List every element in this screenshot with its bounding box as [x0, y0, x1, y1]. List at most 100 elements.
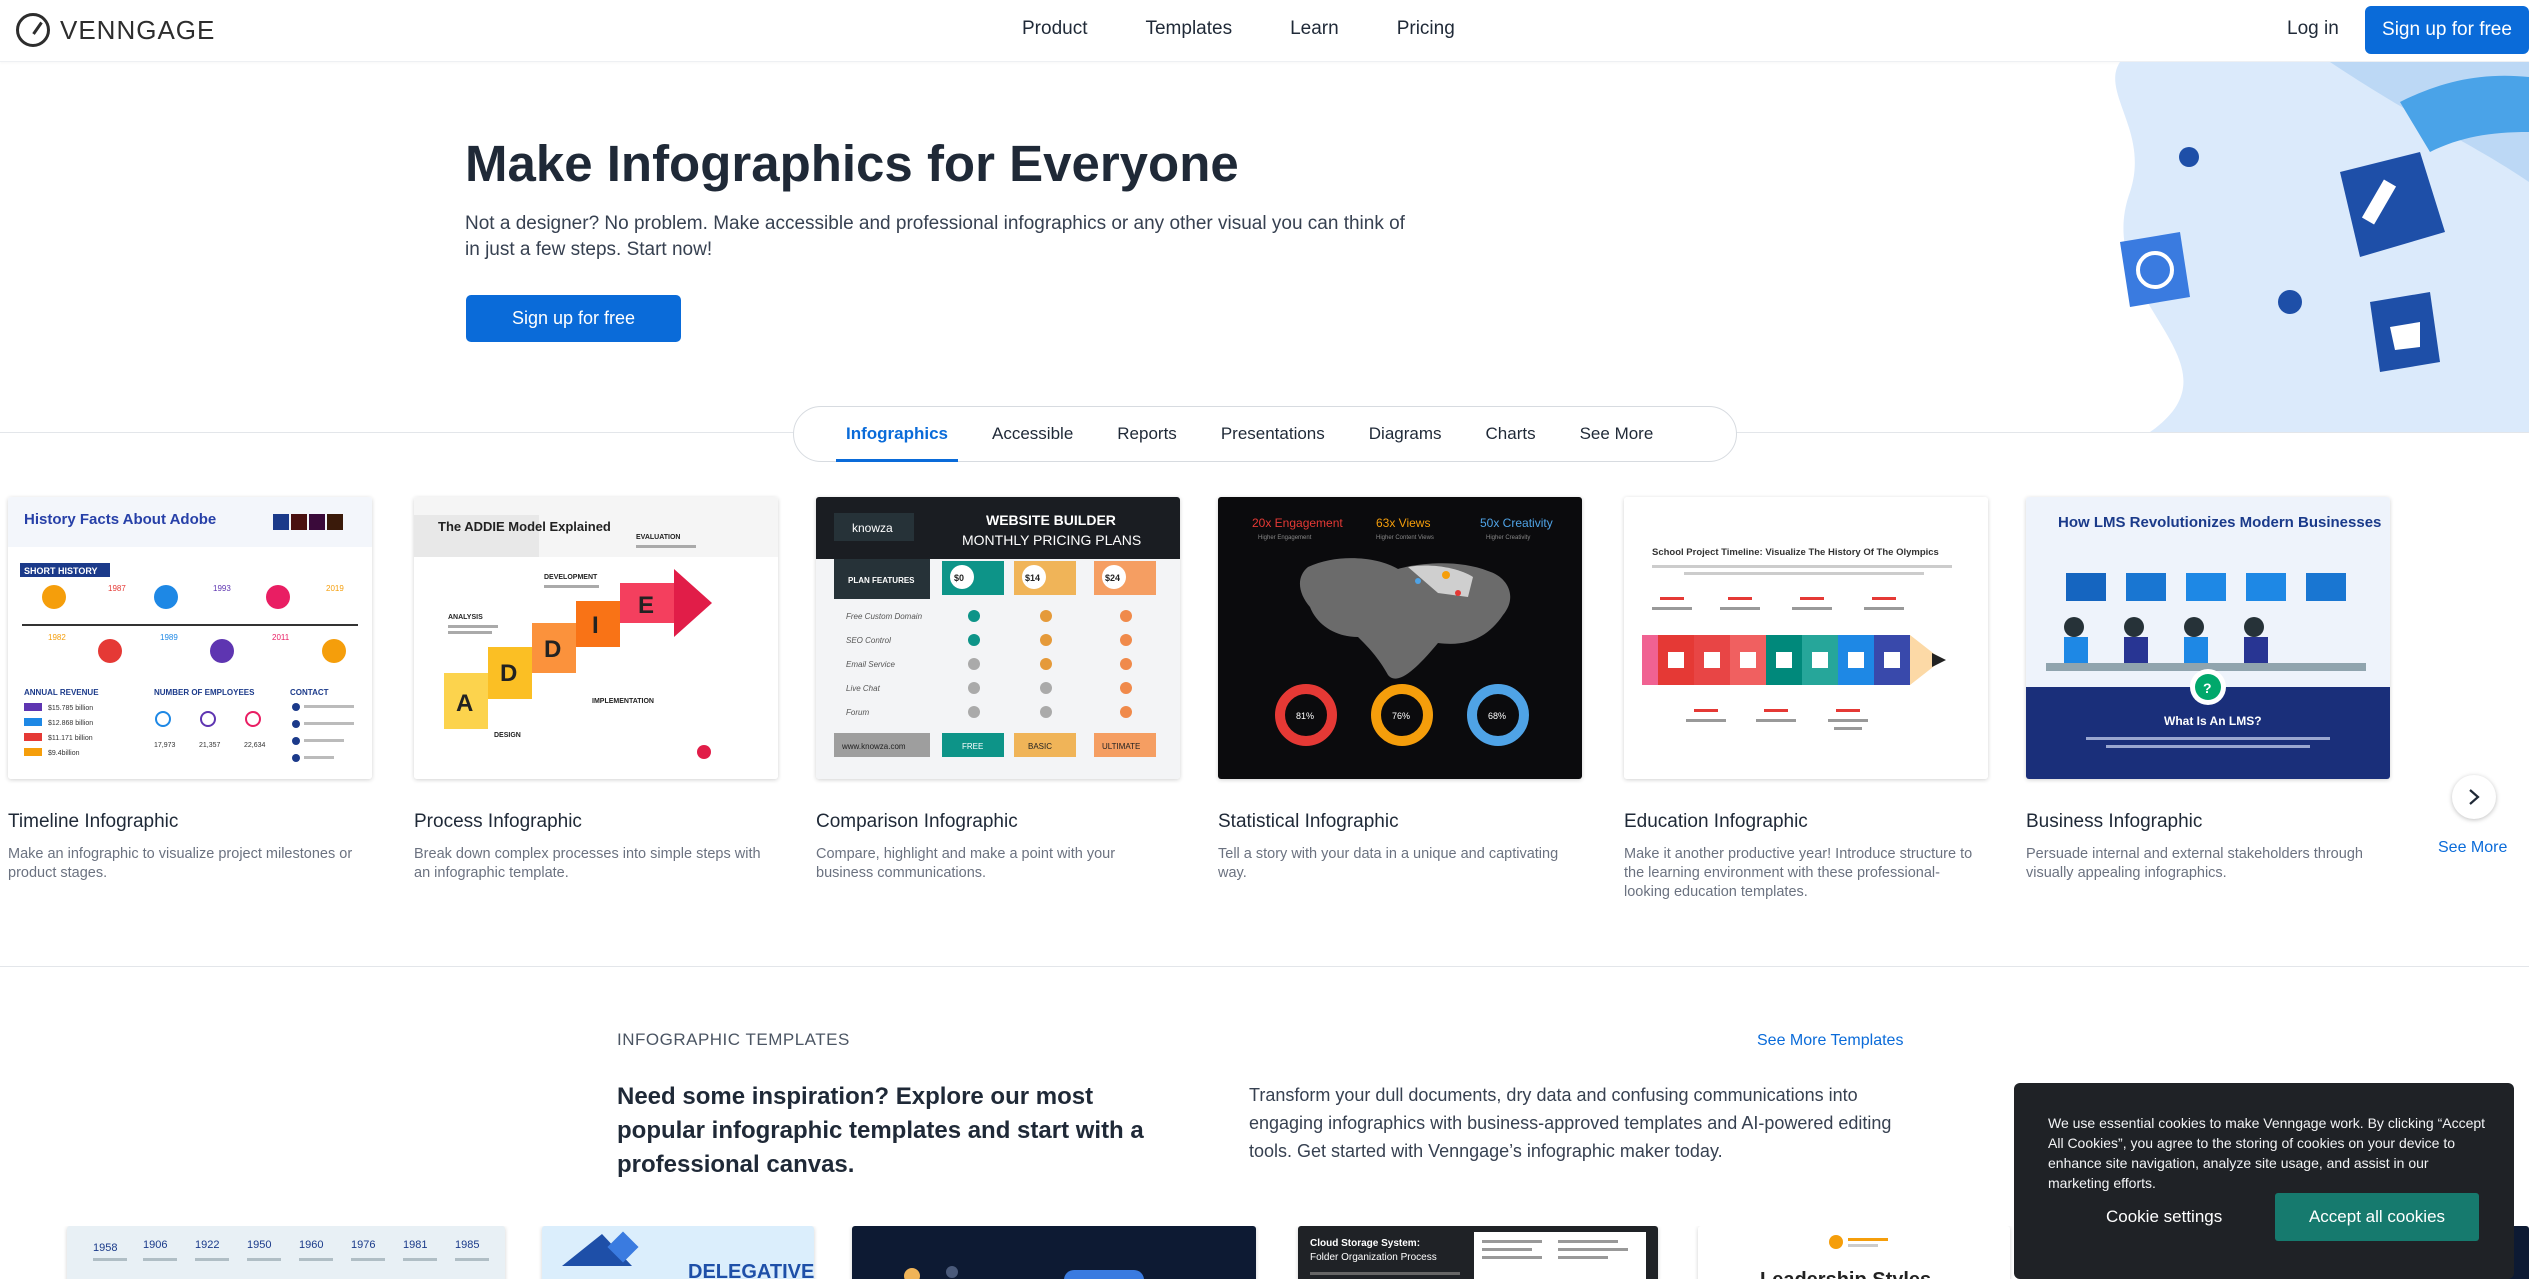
template-thumbnail[interactable]: 1958 1906 1922 1950 1960 1976 1981 1985: [67, 1226, 505, 1279]
nav-link-learn[interactable]: Learn: [1290, 18, 1339, 40]
see-more-link[interactable]: See More: [2438, 839, 2507, 857]
see-more-templates-link[interactable]: See More Templates: [1757, 1032, 1903, 1050]
svg-text:?: ?: [2203, 680, 2212, 696]
svg-text:$0: $0: [954, 573, 964, 583]
nav-link-templates[interactable]: Templates: [1145, 18, 1232, 40]
card-thumbnail[interactable]: School Project Timeline: Visualize The H…: [1624, 497, 1988, 779]
nav-signup-button[interactable]: Sign up for free: [2365, 6, 2529, 54]
card-description: Make an infographic to visualize project…: [8, 846, 353, 881]
template-thumbnail[interactable]: Cloud Storage System: Folder Organizatio…: [1298, 1226, 1658, 1279]
template-thumbnail[interactable]: DELEGATIVE: [542, 1226, 814, 1279]
card-process[interactable]: The ADDIE Model Explained A D D I E ANAL…: [414, 497, 778, 883]
svg-text:1993: 1993: [213, 584, 231, 593]
svg-text:81%: 81%: [1296, 711, 1314, 721]
card-title[interactable]: Statistical Infographic: [1218, 811, 1582, 833]
svg-text:D: D: [544, 636, 561, 663]
hero-title: Make Infographics for Everyone: [465, 135, 1239, 192]
tab-charts[interactable]: Charts: [1486, 406, 1536, 462]
tab-accessible[interactable]: Accessible: [992, 406, 1073, 462]
section-divider: [0, 966, 2529, 967]
template-thumbnail[interactable]: [852, 1226, 1256, 1279]
card-thumbnail[interactable]: The ADDIE Model Explained A D D I E ANAL…: [414, 497, 778, 779]
svg-text:1985: 1985: [455, 1239, 479, 1251]
card-comparison[interactable]: knowza WEBSITE BUILDER MONTHLY PRICING P…: [816, 497, 1180, 883]
svg-text:Higher Creativity: Higher Creativity: [1486, 535, 1530, 541]
cookie-text: We use essential cookies to make Venngag…: [2048, 1115, 2486, 1191]
tab-presentations[interactable]: Presentations: [1221, 406, 1325, 462]
nav-link-pricing[interactable]: Pricing: [1397, 18, 1455, 40]
card-description: Tell a story with your data in a unique …: [1218, 846, 1559, 881]
svg-text:PLAN FEATURES: PLAN FEATURES: [848, 576, 915, 585]
svg-text:EVALUATION: EVALUATION: [636, 534, 680, 541]
card-thumbnail[interactable]: How LMS Revolutionizes Modern Businesses…: [2026, 497, 2390, 779]
puzzle-illustration: [2115, 62, 2529, 432]
card-thumbnail[interactable]: History Facts About Adobe SHORT HISTORY …: [8, 497, 372, 779]
card-timeline[interactable]: History Facts About Adobe SHORT HISTORY …: [8, 497, 372, 883]
card-title[interactable]: Process Infographic: [414, 811, 778, 833]
svg-text:Leadership Styles: Leadership Styles: [1760, 1269, 1931, 1279]
svg-text:1976: 1976: [351, 1239, 375, 1251]
svg-text:1906: 1906: [143, 1239, 167, 1251]
svg-text:D: D: [500, 660, 517, 687]
cookie-settings-button[interactable]: Cookie settings: [2106, 1207, 2222, 1227]
tab-reports[interactable]: Reports: [1117, 406, 1177, 462]
svg-text:$14: $14: [1025, 573, 1040, 583]
card-description: Compare, highlight and make a point with…: [816, 846, 1116, 881]
svg-text:1950: 1950: [247, 1239, 271, 1251]
card-description: Persuade internal and external stakehold…: [2026, 846, 2363, 881]
hero-signup-button[interactable]: Sign up for free: [466, 295, 681, 342]
svg-text:I: I: [592, 612, 599, 639]
svg-text:What Is An LMS?: What Is An LMS?: [2164, 714, 2262, 728]
card-title[interactable]: Timeline Infographic: [8, 811, 372, 833]
tab-infographics[interactable]: Infographics: [835, 406, 959, 462]
infographic-carousel: History Facts About Adobe SHORT HISTORY …: [0, 497, 2529, 907]
tab-diagrams[interactable]: Diagrams: [1369, 406, 1442, 462]
svg-text:Higher Engagement: Higher Engagement: [1258, 535, 1312, 541]
chevron-right-icon: [2469, 789, 2480, 805]
svg-text:1987: 1987: [108, 584, 126, 593]
svg-text:Live Chat: Live Chat: [846, 684, 881, 693]
card-thumbnail[interactable]: knowza WEBSITE BUILDER MONTHLY PRICING P…: [816, 497, 1180, 779]
card-description: Break down complex processes into simple…: [414, 846, 761, 881]
card-statistical[interactable]: 20x Engagement 63x Views 50x Creativity …: [1218, 497, 1582, 883]
svg-text:1982: 1982: [48, 633, 66, 642]
svg-text:DELEGATIVE: DELEGATIVE: [688, 1261, 814, 1279]
svg-text:ANALYSIS: ANALYSIS: [448, 614, 483, 621]
svg-text:1981: 1981: [403, 1239, 427, 1251]
svg-text:$9.4billion: $9.4billion: [48, 750, 80, 757]
svg-text:$12.868 billion: $12.868 billion: [48, 720, 93, 727]
accept-cookies-button[interactable]: Accept all cookies: [2275, 1193, 2479, 1241]
card-title[interactable]: Business Infographic: [2026, 811, 2390, 833]
svg-text:1989: 1989: [160, 633, 178, 642]
svg-text:DESIGN: DESIGN: [494, 732, 521, 739]
svg-text:Higher Content Views: Higher Content Views: [1376, 535, 1434, 541]
carousel-next-button[interactable]: [2452, 775, 2496, 819]
thumb-section: SHORT HISTORY: [24, 566, 98, 576]
card-thumbnail[interactable]: 20x Engagement 63x Views 50x Creativity …: [1218, 497, 1582, 779]
svg-text:SEO Control: SEO Control: [846, 636, 891, 645]
logo-text: VENNGAGE: [60, 14, 216, 45]
svg-text:1922: 1922: [195, 1239, 219, 1251]
svg-text:Cloud Storage System:: Cloud Storage System:: [1310, 1238, 1420, 1249]
svg-text:68%: 68%: [1488, 711, 1506, 721]
svg-text:1960: 1960: [299, 1239, 323, 1251]
section-body: Transform your dull documents, dry data …: [1249, 1085, 1892, 1161]
svg-text:NUMBER OF EMPLOYEES: NUMBER OF EMPLOYEES: [154, 688, 255, 697]
nav-link-product[interactable]: Product: [1022, 18, 1087, 40]
card-education[interactable]: School Project Timeline: Visualize The H…: [1624, 497, 1988, 902]
cookie-banner: We use essential cookies to make Venngag…: [2014, 1083, 2514, 1279]
card-title[interactable]: Education Infographic: [1624, 811, 1988, 833]
section-heading: Need some inspiration? Explore our most …: [617, 1083, 1144, 1178]
venngage-logo[interactable]: VENNGAGE: [16, 13, 215, 47]
svg-text:22,634: 22,634: [244, 742, 266, 749]
card-title[interactable]: Comparison Infographic: [816, 811, 1180, 833]
template-thumbnail[interactable]: Leadership Styles: [1698, 1226, 2010, 1279]
card-business[interactable]: How LMS Revolutionizes Modern Businesses…: [2026, 497, 2390, 883]
svg-text:MONTHLY PRICING PLANS: MONTHLY PRICING PLANS: [962, 532, 1141, 548]
login-link[interactable]: Log in: [2287, 18, 2339, 40]
hero-subtitle: Not a designer? No problem. Make accessi…: [465, 213, 1405, 260]
tab-see-more[interactable]: See More: [1580, 406, 1654, 462]
svg-text:ANNUAL REVENUE: ANNUAL REVENUE: [24, 688, 99, 697]
svg-text:Free Custom Domain: Free Custom Domain: [846, 612, 923, 621]
svg-text:$11.171 billion: $11.171 billion: [48, 735, 93, 742]
